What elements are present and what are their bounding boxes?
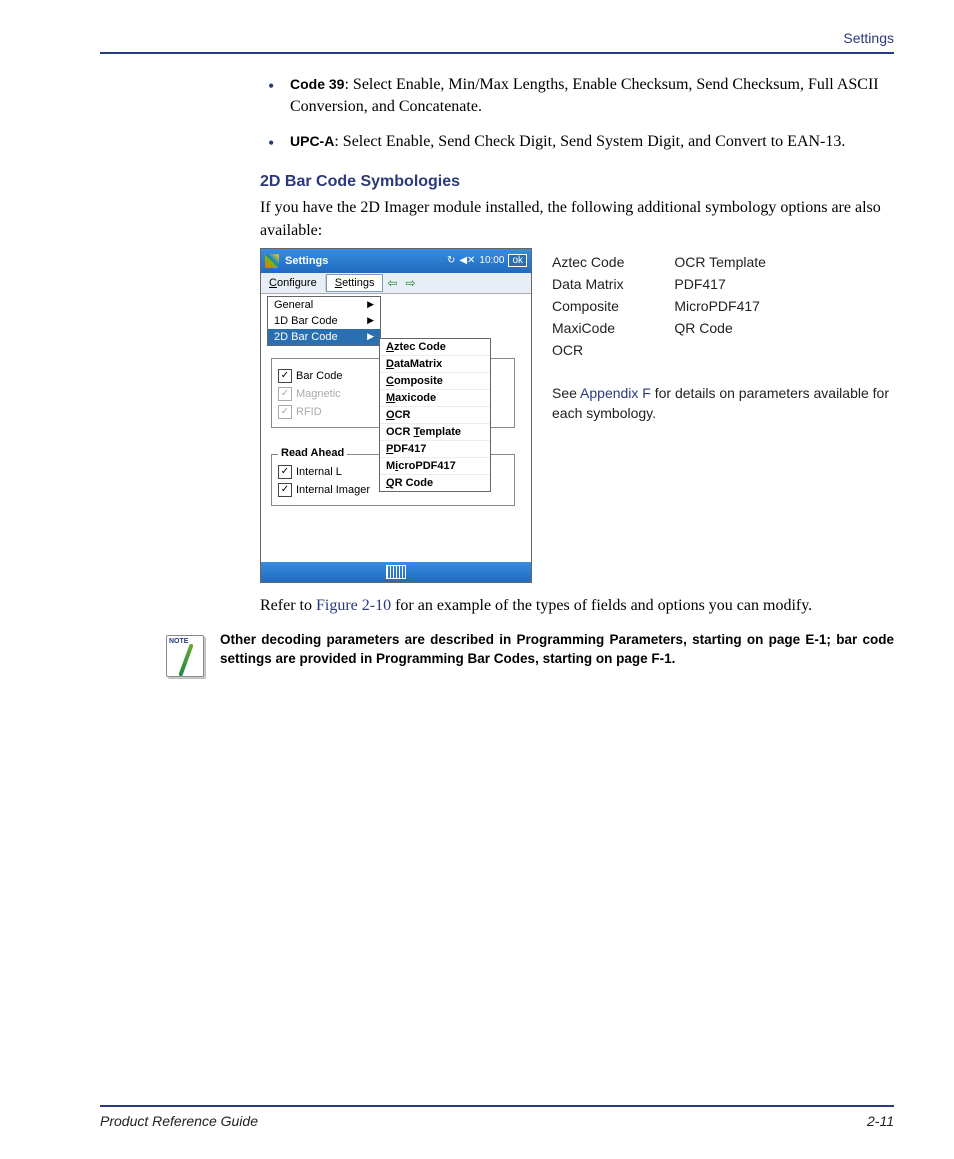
submenu-item[interactable]: Maxicode (380, 390, 490, 407)
footer-right: 2-11 (867, 1113, 894, 1129)
checkbox-icon: ✓ (278, 387, 292, 401)
bullet-list: Code 39: Select Enable, Min/Max Lengths,… (260, 74, 894, 153)
submenu-item[interactable]: PDF417 (380, 441, 490, 458)
refer-text: Refer to Figure 2-10 for an example of t… (260, 595, 894, 617)
clock-text: 10:00 (479, 255, 504, 266)
settings-dropdown[interactable]: General▶ 1D Bar Code▶ 2D Bar Code▶ (267, 296, 381, 346)
intro-text: If you have the 2D Imager module install… (260, 197, 894, 242)
symbology-col-left: Aztec Code Data Matrix Composite MaxiCod… (552, 248, 624, 364)
sync-icon[interactable]: ↻ (447, 255, 455, 266)
list-item: OCR (552, 342, 624, 358)
checkbox-icon[interactable]: ✓ (278, 483, 292, 497)
nav-forward-icon[interactable]: ⇨ (402, 276, 420, 290)
bottom-bar (261, 562, 531, 582)
nav-back-icon[interactable]: ⇦ (383, 276, 401, 290)
list-item: MaxiCode (552, 320, 624, 336)
menubar: Configure Settings ⇦ ⇨ (261, 273, 531, 294)
keyboard-icon[interactable] (386, 565, 406, 579)
figure-link[interactable]: Figure 2-10 (316, 597, 391, 614)
bullet-item: UPC-A: Select Enable, Send Check Digit, … (260, 131, 894, 153)
chevron-right-icon: ▶ (367, 315, 374, 326)
list-item: QR Code (674, 320, 766, 336)
settings-screenshot: Settings ↻ ◀✕ 10:00 ok Configure Setting… (260, 248, 532, 583)
header-section: Settings (843, 30, 894, 46)
menu-settings[interactable]: Settings (326, 274, 384, 292)
symbology-submenu[interactable]: Aztec Code DataMatrix Composite Maxicode… (379, 338, 491, 492)
list-item: Data Matrix (552, 276, 624, 292)
checkbox-icon[interactable]: ✓ (278, 465, 292, 479)
dropdown-item-1d[interactable]: 1D Bar Code▶ (268, 313, 380, 329)
list-item: Composite (552, 298, 624, 314)
windows-flag-icon (265, 254, 279, 268)
symbology-list-panel: Aztec Code Data Matrix Composite MaxiCod… (552, 248, 894, 423)
window-title: Settings (285, 255, 447, 267)
section-heading: 2D Bar Code Symbologies (260, 173, 894, 191)
submenu-item[interactable]: OCR Template (380, 424, 490, 441)
chevron-right-icon: ▶ (367, 331, 374, 342)
submenu-item[interactable]: DataMatrix (380, 356, 490, 373)
dropdown-item-2d[interactable]: 2D Bar Code▶ (268, 329, 380, 345)
list-item: OCR Template (674, 254, 766, 270)
window-titlebar: Settings ↻ ◀✕ 10:00 ok (261, 249, 531, 273)
volume-icon[interactable]: ◀✕ (459, 255, 475, 266)
ok-button[interactable]: ok (508, 254, 527, 267)
submenu-item[interactable]: MicroPDF417 (380, 458, 490, 475)
side-note: See Appendix F for details on parameters… (552, 384, 894, 423)
group-title: Read Ahead (278, 447, 347, 459)
menu-configure[interactable]: Configure (261, 275, 326, 291)
submenu-item[interactable]: Composite (380, 373, 490, 390)
note-text: Other decoding parameters are described … (220, 631, 894, 669)
list-item: PDF417 (674, 276, 766, 292)
list-item: MicroPDF417 (674, 298, 766, 314)
chevron-right-icon: ▶ (367, 299, 374, 310)
note-icon (160, 631, 208, 679)
checkbox-icon: ✓ (278, 405, 292, 419)
bullet-strong: UPC-A (290, 133, 334, 149)
symbology-col-right: OCR Template PDF417 MicroPDF417 QR Code (674, 248, 766, 364)
dropdown-item-general[interactable]: General▶ (268, 297, 380, 313)
bullet-strong: Code 39 (290, 76, 344, 92)
page-footer: Product Reference Guide 2-11 (100, 1105, 894, 1129)
note-block: Other decoding parameters are described … (160, 631, 894, 679)
submenu-item[interactable]: Aztec Code (380, 339, 490, 356)
bullet-item: Code 39: Select Enable, Min/Max Lengths,… (260, 74, 894, 119)
submenu-item[interactable]: QR Code (380, 475, 490, 491)
bullet-rest: : Select Enable, Send Check Digit, Send … (334, 133, 845, 150)
checkbox-icon[interactable]: ✓ (278, 369, 292, 383)
appendix-link[interactable]: Appendix F (580, 385, 651, 401)
page-header: Settings (100, 30, 894, 54)
footer-left: Product Reference Guide (100, 1113, 258, 1129)
bullet-rest: : Select Enable, Min/Max Lengths, Enable… (290, 76, 879, 115)
list-item: Aztec Code (552, 254, 624, 270)
submenu-item[interactable]: OCR (380, 407, 490, 424)
